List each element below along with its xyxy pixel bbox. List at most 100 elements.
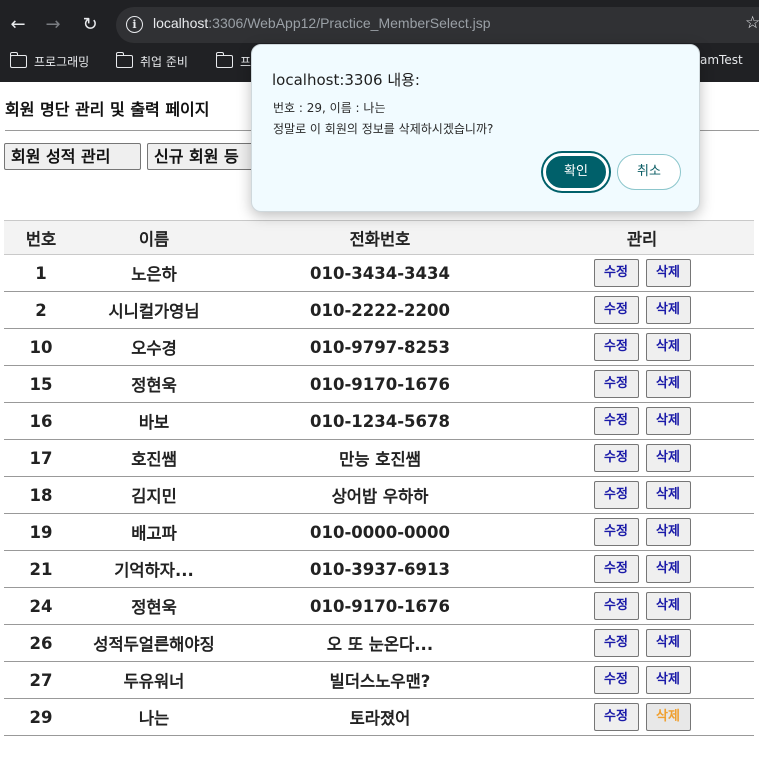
edit-button[interactable]: 수정 [593, 555, 639, 583]
member-no: 18 [4, 476, 78, 514]
row-actions: 수정 삭제 [530, 476, 754, 514]
member-no: 16 [4, 402, 78, 440]
table-row: 27 두유워너 빌더스노우맨? 수정 삭제 [4, 661, 754, 699]
row-actions: 수정 삭제 [530, 624, 754, 662]
member-no: 17 [4, 439, 78, 477]
member-phone: 010-2222-2200 [230, 291, 530, 329]
address-bar[interactable]: i localhost:3306/WebApp12/Practice_Membe… [116, 7, 759, 43]
bookmark-folder[interactable]: 프로그래밍 [9, 52, 89, 70]
table-row: 21 기억하자... 010-3937-6913 수정 삭제 [4, 550, 754, 588]
edit-button[interactable]: 수정 [593, 333, 639, 361]
member-name: 정현욱 [78, 365, 230, 403]
member-no: 2 [4, 291, 78, 329]
bookmark-folder[interactable]: 프 [215, 52, 251, 70]
delete-button[interactable]: 삭제 [645, 666, 691, 694]
member-no: 10 [4, 328, 78, 366]
info-icon[interactable]: i [126, 16, 143, 33]
member-no: 29 [4, 698, 78, 736]
table-row: 18 김지민 상어밥 우하하 수정 삭제 [4, 476, 754, 514]
table-row: 26 성적두얼른해야징 오 또 눈온다... 수정 삭제 [4, 624, 754, 662]
delete-button[interactable]: 삭제 [645, 481, 691, 509]
edit-button[interactable]: 수정 [593, 407, 639, 435]
member-score-button[interactable]: 회원 성적 관리 [4, 143, 141, 170]
delete-button[interactable]: 삭제 [645, 259, 691, 287]
member-phone: 상어밥 우하하 [230, 476, 530, 514]
delete-button[interactable]: 삭제 [645, 444, 691, 472]
member-name: 성적두얼른해야징 [78, 624, 230, 662]
table-row: 2 시니컬가영님 010-2222-2200 수정 삭제 [4, 291, 754, 329]
edit-button[interactable]: 수정 [593, 296, 639, 324]
table-row: 17 호진쌤 만능 호진쌤 수정 삭제 [4, 439, 754, 477]
member-name: 노은하 [78, 254, 230, 292]
row-actions: 수정 삭제 [530, 661, 754, 699]
edit-button[interactable]: 수정 [593, 481, 639, 509]
table-row: 19 배고파 010-0000-0000 수정 삭제 [4, 513, 754, 551]
member-phone: 만능 호진쌤 [230, 439, 530, 477]
delete-button[interactable]: 삭제 [645, 296, 691, 324]
row-actions: 수정 삭제 [530, 513, 754, 551]
table-header-row: 번호 이름 전화번호 관리 [4, 220, 754, 255]
member-name: 호진쌤 [78, 439, 230, 477]
row-actions: 수정 삭제 [530, 402, 754, 440]
member-no: 24 [4, 587, 78, 625]
dialog-message-line2: 정말로 이 회원의 정보를 삭제하시겠습니까? [273, 122, 494, 136]
member-no: 26 [4, 624, 78, 662]
row-actions: 수정 삭제 [530, 698, 754, 736]
member-phone: 010-3434-3434 [230, 254, 530, 292]
edit-button[interactable]: 수정 [593, 444, 639, 472]
forward-arrow-icon[interactable]: → [40, 12, 66, 38]
row-actions: 수정 삭제 [530, 365, 754, 403]
dialog-message-line1: 번호 : 29, 이름 : 나는 [273, 101, 386, 115]
row-actions: 수정 삭제 [530, 439, 754, 477]
delete-button[interactable]: 삭제 [645, 629, 691, 657]
edit-button[interactable]: 수정 [593, 703, 639, 731]
delete-button[interactable]: 삭제 [645, 592, 691, 620]
member-phone: 010-0000-0000 [230, 513, 530, 551]
table-row: 16 바보 010-1234-5678 수정 삭제 [4, 402, 754, 440]
member-phone: 010-1234-5678 [230, 402, 530, 440]
ok-button[interactable]: 확인 [543, 153, 609, 191]
row-actions: 수정 삭제 [530, 291, 754, 329]
member-name: 두유워너 [78, 661, 230, 699]
edit-button[interactable]: 수정 [593, 629, 639, 657]
header-no: 번호 [4, 220, 78, 255]
edit-button[interactable]: 수정 [593, 259, 639, 287]
delete-button[interactable]: 삭제 [645, 555, 691, 583]
member-no: 19 [4, 513, 78, 551]
delete-button[interactable]: 삭제 [645, 370, 691, 398]
member-name: 바보 [78, 402, 230, 440]
member-no: 15 [4, 365, 78, 403]
reload-icon[interactable]: ↻ [77, 12, 103, 38]
edit-button[interactable]: 수정 [593, 518, 639, 546]
delete-button[interactable]: 삭제 [645, 518, 691, 546]
cancel-button[interactable]: 취소 [617, 154, 681, 190]
member-table: 번호 이름 전화번호 관리 1 노은하 010-3434-3434 수정 삭제 2 시니컬가… [4, 220, 754, 736]
folder-icon [9, 52, 27, 68]
member-name: 오수경 [78, 328, 230, 366]
url-text[interactable]: localhost:3306/WebApp12/Practice_MemberS… [153, 15, 491, 31]
delete-button[interactable]: 삭제 [645, 333, 691, 361]
table-row: 24 정현욱 010-9170-1676 수정 삭제 [4, 587, 754, 625]
member-phone: 010-9797-8253 [230, 328, 530, 366]
bookmark-item[interactable]: amTest [700, 53, 743, 67]
header-name: 이름 [78, 220, 230, 255]
header-phone: 전화번호 [230, 220, 530, 255]
member-phone: 010-9170-1676 [230, 365, 530, 403]
member-no: 27 [4, 661, 78, 699]
member-no: 1 [4, 254, 78, 292]
table-row: 10 오수경 010-9797-8253 수정 삭제 [4, 328, 754, 366]
member-phone: 010-3937-6913 [230, 550, 530, 588]
dialog-title: localhost:3306 내용: [272, 71, 420, 89]
member-phone: 010-9170-1676 [230, 587, 530, 625]
star-icon[interactable]: ☆ [745, 13, 759, 33]
edit-button[interactable]: 수정 [593, 592, 639, 620]
back-arrow-icon[interactable]: ← [5, 12, 31, 38]
member-phone: 오 또 눈온다... [230, 624, 530, 662]
row-actions: 수정 삭제 [530, 328, 754, 366]
bookmark-folder[interactable]: 취업 준비 [115, 52, 188, 70]
delete-button[interactable]: 삭제 [645, 407, 691, 435]
delete-button[interactable]: 삭제 [645, 703, 691, 731]
edit-button[interactable]: 수정 [593, 370, 639, 398]
edit-button[interactable]: 수정 [593, 666, 639, 694]
member-no: 21 [4, 550, 78, 588]
